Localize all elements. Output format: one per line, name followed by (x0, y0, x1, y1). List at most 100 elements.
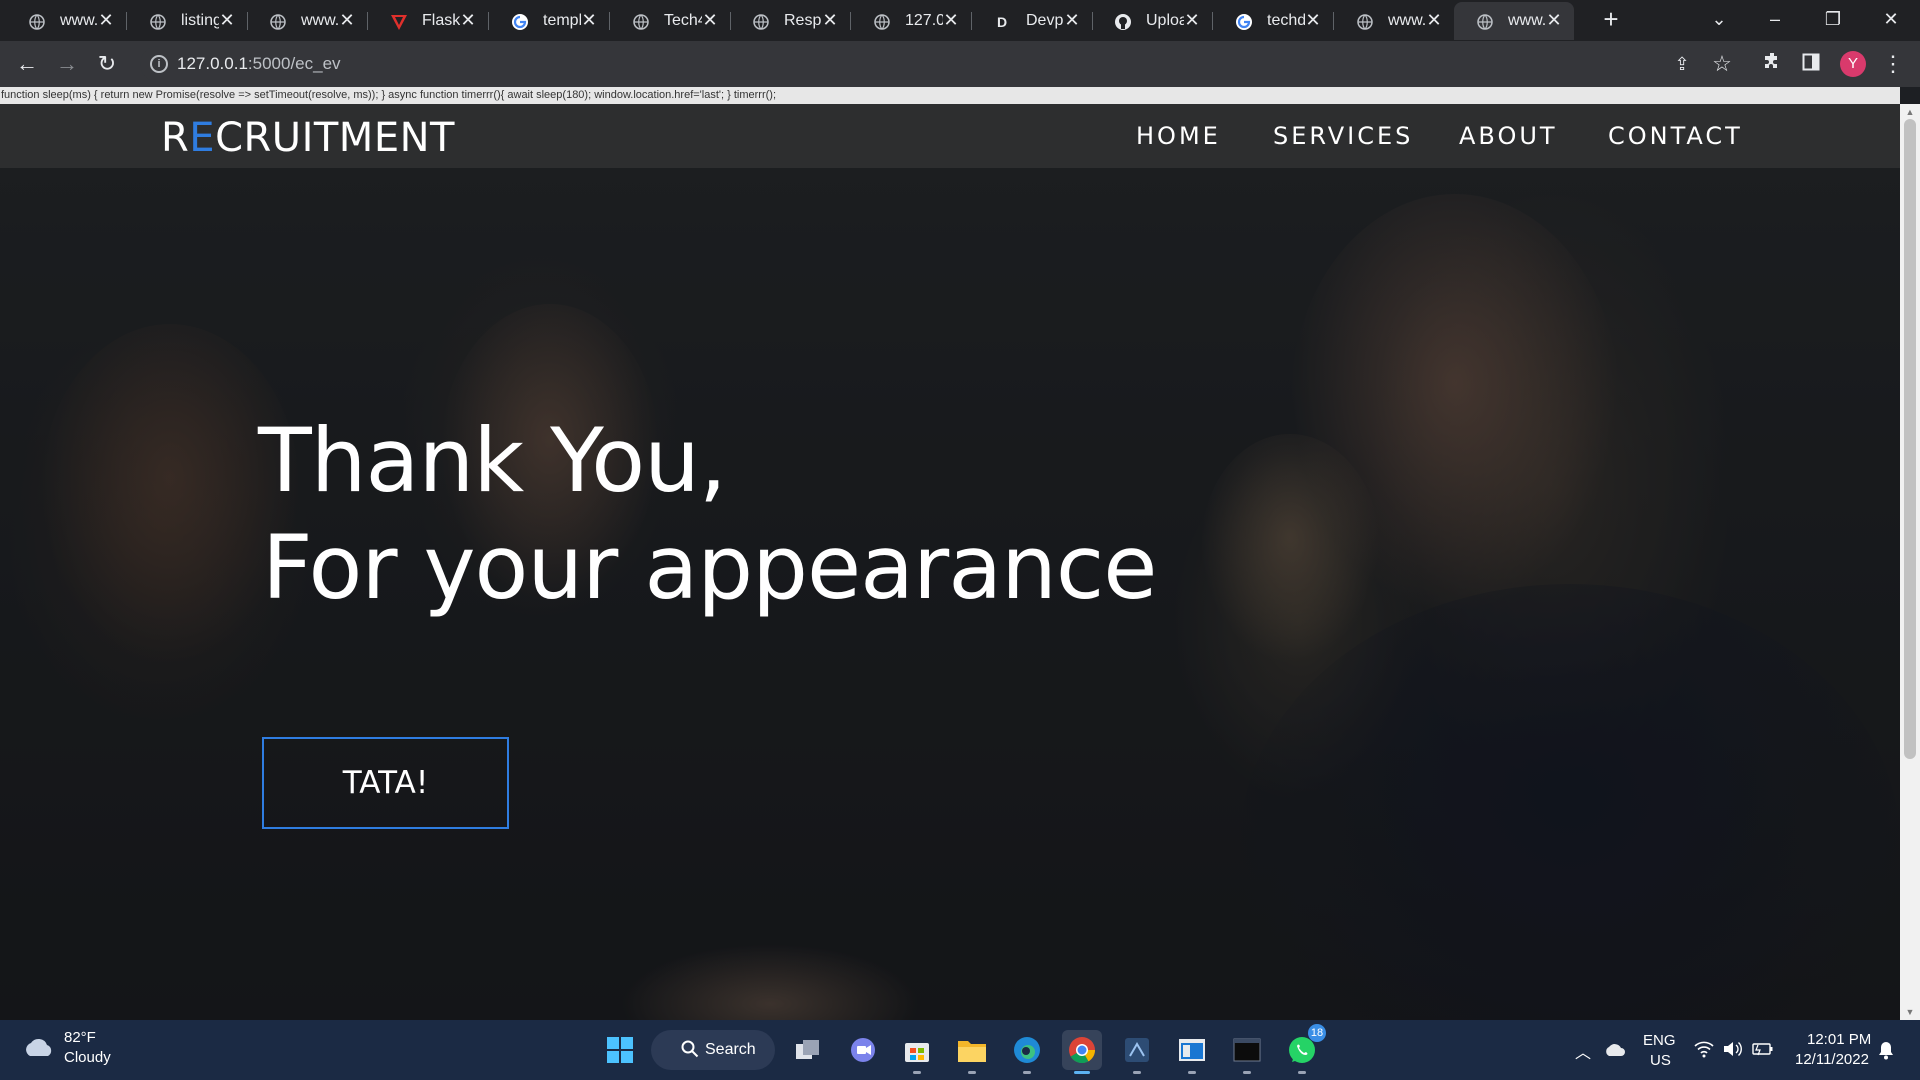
close-tab-icon[interactable]: ✕ (579, 10, 599, 30)
cloud-weather-icon[interactable] (22, 1036, 56, 1058)
close-tab-icon[interactable]: ✕ (1424, 10, 1444, 30)
browser-tab[interactable]: Flask /✕ (368, 2, 488, 40)
svg-text:D: D (997, 14, 1007, 30)
wifi-icon[interactable] (1694, 1040, 1714, 1058)
tab-search-chevron-icon[interactable]: ⌄ (1696, 4, 1742, 34)
back-button[interactable]: ← (12, 49, 42, 79)
close-tab-icon[interactable]: ✕ (700, 10, 720, 30)
profile-avatar[interactable]: Y (1840, 51, 1866, 77)
windows-taskbar: 82°F Cloudy Search 18 ︿ ENG US 12:01 PM … (0, 1020, 1920, 1080)
forward-button[interactable]: → (52, 49, 82, 79)
url-text[interactable]: 127.0.0.1:5000/ec_ev (177, 54, 341, 74)
close-tab-icon[interactable]: ✕ (1544, 10, 1564, 30)
globe-icon (1356, 13, 1374, 31)
reload-button[interactable]: ↻ (92, 49, 122, 79)
scroll-up-arrow-icon[interactable]: ▲ (1904, 106, 1916, 118)
browser-tab[interactable]: D Devpo✕ (972, 2, 1092, 40)
chrome-button[interactable] (1062, 1030, 1102, 1074)
browser-tab[interactable]: www.a✕ (1454, 2, 1574, 40)
globe-icon (752, 13, 770, 31)
browser-tab[interactable]: Tech4t✕ (610, 2, 730, 40)
google-icon (511, 13, 529, 31)
site-logo[interactable]: RECRUITMENT (161, 115, 455, 161)
close-tab-icon[interactable]: ✕ (1062, 10, 1082, 30)
new-tab-button[interactable]: + (1599, 6, 1623, 32)
browser-tab[interactable]: www.a✕ (6, 2, 126, 40)
globe-icon (28, 13, 46, 31)
microsoft-store-button[interactable] (897, 1030, 937, 1074)
browser-menu-icon[interactable]: ⋮ (1878, 49, 1908, 79)
browser-tab[interactable]: listing ✕ (127, 2, 247, 40)
close-tab-icon[interactable]: ✕ (820, 10, 840, 30)
language-code[interactable]: ENG (1643, 1032, 1676, 1049)
browser-toolbar: ← → ↻ i 127.0.0.1:5000/ec_ev ⇪ ☆ Y ⋮ (0, 41, 1920, 87)
weather-description[interactable]: Cloudy (64, 1049, 111, 1066)
language-region[interactable]: US (1650, 1052, 1671, 1069)
restore-button[interactable]: ❐ (1810, 4, 1856, 34)
taskbar-search[interactable]: Search (651, 1030, 775, 1070)
close-tab-icon[interactable]: ✕ (96, 10, 116, 30)
terminal-button[interactable] (1227, 1030, 1267, 1074)
notification-bell-icon[interactable] (1877, 1040, 1895, 1060)
close-tab-icon[interactable]: ✕ (217, 10, 237, 30)
bookmark-star-icon[interactable]: ☆ (1707, 49, 1737, 79)
browser-tab[interactable]: Respo✕ (730, 2, 850, 40)
whatsapp-button[interactable]: 18 (1282, 1024, 1326, 1074)
browser-tab-label: techd (1267, 12, 1305, 29)
show-hidden-icons-chevron-icon[interactable]: ︿ (1575, 1039, 1591, 1063)
scrollbar-thumb[interactable] (1904, 119, 1916, 759)
task-view-icon (796, 1040, 819, 1059)
browser-tab[interactable]: templ ✕ (489, 2, 609, 40)
browser-tab-label: Uploa (1146, 12, 1184, 29)
edge-button[interactable] (1007, 1030, 1047, 1074)
onedrive-cloud-icon[interactable] (1604, 1041, 1626, 1057)
close-tab-icon[interactable]: ✕ (458, 10, 478, 30)
browser-tab[interactable]: techd ✕ (1213, 2, 1333, 40)
hero-heading-line-1: Thank You, (258, 409, 727, 512)
close-tab-icon[interactable]: ✕ (1303, 10, 1323, 30)
address-bar[interactable]: i 127.0.0.1:5000/ec_ev (140, 46, 1680, 82)
nav-services-link[interactable]: SERVICES (1273, 122, 1413, 150)
close-tab-icon[interactable]: ✕ (337, 10, 357, 30)
extensions-icon[interactable] (1757, 49, 1787, 79)
nav-contact-link[interactable]: CONTACT (1608, 122, 1743, 150)
minimize-button[interactable]: – (1752, 4, 1798, 34)
weather-temperature[interactable]: 82°F (64, 1029, 96, 1046)
nav-about-link[interactable]: ABOUT (1459, 122, 1558, 150)
browser-tab[interactable]: www.a✕ (247, 2, 367, 40)
browser-tab-label: www.a (1388, 12, 1426, 29)
clock-time[interactable]: 12:01 PM (1807, 1031, 1871, 1048)
browser-tab-strip: www.a✕listing✕www.a✕Flask /✕templ✕Tech4t… (0, 0, 1920, 41)
scroll-down-arrow-icon[interactable]: ▼ (1904, 1006, 1916, 1018)
task-view-button[interactable] (788, 1030, 828, 1070)
browser-tab-label: Respo (784, 12, 822, 29)
tata-button[interactable]: TATA! (262, 737, 509, 829)
hero-heading-line-2: For your appearance (262, 516, 1157, 619)
clock-date[interactable]: 12/11/2022 (1795, 1051, 1869, 1068)
battery-icon[interactable] (1752, 1042, 1774, 1056)
app-window-button[interactable] (1172, 1030, 1212, 1074)
close-window-button[interactable]: ✕ (1868, 4, 1914, 34)
volume-icon[interactable] (1722, 1040, 1742, 1058)
browser-tab[interactable]: 127.0.✕ (851, 2, 971, 40)
whatsapp-unread-badge: 18 (1308, 1024, 1326, 1042)
file-explorer-button[interactable] (952, 1030, 992, 1074)
browser-tab[interactable]: www.a✕ (1334, 2, 1454, 40)
search-label: Search (705, 1041, 756, 1058)
close-tab-icon[interactable]: ✕ (941, 10, 961, 30)
page-scrollbar[interactable]: ▲ ▼ (1900, 104, 1920, 1020)
browser-tab-label: www.a (1508, 12, 1546, 29)
folder-icon (958, 1041, 986, 1062)
site-info-icon[interactable]: i (150, 55, 168, 73)
close-tab-icon[interactable]: ✕ (1182, 10, 1202, 30)
nav-home-link[interactable]: HOME (1136, 122, 1221, 150)
start-button[interactable] (600, 1030, 640, 1070)
code-editor-button[interactable] (1117, 1030, 1157, 1074)
share-icon[interactable]: ⇪ (1667, 49, 1697, 79)
globe-icon (632, 13, 650, 31)
window-app-icon (1179, 1039, 1205, 1061)
side-panel-icon[interactable] (1796, 49, 1826, 79)
browser-tab[interactable]: Uploa ✕ (1092, 2, 1212, 40)
chrome-icon (1069, 1037, 1096, 1064)
teams-chat-button[interactable] (843, 1030, 883, 1070)
